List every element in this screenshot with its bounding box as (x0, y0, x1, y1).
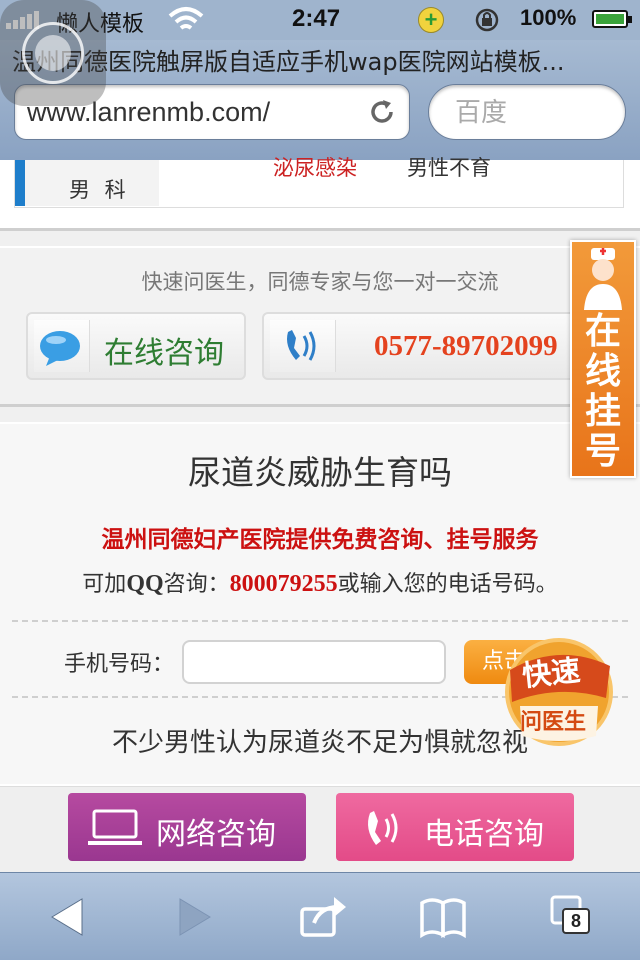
assistive-touch-button[interactable] (0, 0, 106, 106)
qq-suffix: 或输入您的电话号码。 (337, 572, 558, 597)
nurse-icon (584, 248, 622, 310)
phone-number-input[interactable] (182, 640, 446, 684)
promo-text: 温州同德妇产医院提供免费咨询、挂号服务 (101, 527, 539, 553)
qq-mid: 咨询： (163, 572, 230, 597)
quick-doctor-line1: 快速 (520, 653, 582, 693)
app-plus-icon: + (418, 7, 444, 33)
battery-percent: 100% (520, 5, 577, 30)
online-consult-label: 在线咨询 (104, 336, 224, 371)
search-field[interactable] (428, 84, 626, 140)
quick-doctor-line2: 问医生 (520, 710, 587, 735)
nav-accent-bar (15, 160, 25, 206)
qq-label: QQ (126, 571, 164, 597)
forward-arrow-icon[interactable] (168, 893, 218, 941)
phone-icon (287, 330, 316, 361)
phone-consult-label: 电话咨询 (424, 817, 544, 852)
network-consult-label: 网络咨询 (156, 817, 276, 852)
dashed-divider (12, 620, 628, 622)
phone-call-button[interactable]: 0577-89702099 (262, 312, 602, 380)
tab-count-badge[interactable]: 8 (562, 908, 590, 934)
back-arrow-icon[interactable] (44, 893, 94, 941)
share-icon[interactable] (298, 893, 348, 941)
nav-category-label: 男 科 (69, 178, 130, 202)
qq-prefix: 可加 (82, 572, 127, 597)
phone-icon (368, 811, 398, 845)
clock: 2:47 (292, 5, 341, 32)
bookmarks-icon[interactable] (418, 893, 468, 941)
online-consult-button[interactable]: 在线咨询 (26, 312, 246, 380)
phone-number: 0577-89702099 (374, 330, 558, 362)
category-nav-row: 男 科 泌尿感染 男性不育 (14, 156, 624, 208)
qq-contact-line: 可加QQ咨询：800079255或输入您的电话号码。 (0, 566, 640, 598)
section-divider (0, 228, 640, 246)
rotation-lock-icon (475, 8, 499, 32)
article-title: 尿道炎威胁生育吗 (188, 453, 452, 492)
quick-contact-slogan: 快速问医生，同德专家与您一对一交流 (141, 270, 499, 294)
nav-link-male-infertility[interactable]: 男性不育 (407, 152, 491, 182)
nav-category-cell[interactable]: 男 科 (25, 160, 159, 206)
wifi-icon (168, 7, 204, 30)
search-input[interactable] (453, 95, 613, 131)
network-consult-button[interactable]: 网络咨询 (68, 793, 306, 861)
online-register-label: 在线挂号 (584, 311, 621, 472)
nav-link-urinary-infection[interactable]: 泌尿感染 (273, 152, 357, 182)
qq-number: 800079255 (229, 571, 338, 597)
battery-icon (592, 10, 632, 28)
quick-ask-doctor-float-button[interactable]: 快速 问医生 (500, 636, 618, 748)
laptop-icon (88, 809, 142, 845)
browser-toolbar (0, 872, 640, 960)
phone-field-label: 手机号码： (64, 652, 175, 677)
section-divider (0, 404, 640, 422)
phone-consult-button[interactable]: 电话咨询 (336, 793, 574, 861)
reload-icon[interactable] (367, 97, 397, 127)
online-register-float-button[interactable]: 在线挂号 (570, 240, 636, 478)
consult-bar: 网络咨询 电话咨询 (0, 786, 640, 872)
chat-bubble-icon (40, 331, 80, 366)
quick-contact-section: 快速问医生，同德专家与您一对一交流 在线咨询 0577-89702099 (0, 248, 640, 406)
